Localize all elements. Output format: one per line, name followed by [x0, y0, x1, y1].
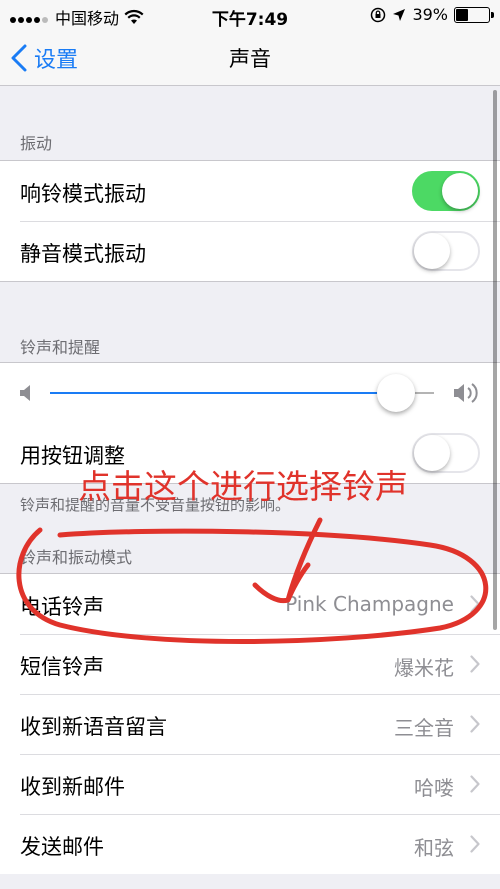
row-label: 短信铃声 [20, 655, 104, 679]
volume-slider[interactable] [50, 374, 434, 412]
row-label: 收到新语音留言 [20, 715, 167, 739]
toggle-knob [414, 233, 450, 269]
toggle-knob [442, 173, 478, 209]
row-value: 哈喽 [414, 776, 454, 800]
row-value: 和弦 [414, 836, 454, 860]
navigation-bar: 设置 声音 [0, 30, 500, 86]
patterns-group: 电话铃声 Pink Champagne 短信铃声 爆米花 收到新语音留言 三全音… [0, 573, 500, 874]
row-ringtone[interactable]: 电话铃声 Pink Champagne [0, 574, 500, 635]
row-new-voicemail[interactable]: 收到新语音留言 三全音 [0, 694, 500, 755]
battery-percent: 39% [412, 5, 448, 24]
chevron-right-icon [470, 775, 480, 793]
vibrate-group: 响铃模式振动 静音模式振动 [0, 160, 500, 282]
change-with-buttons-toggle[interactable] [412, 433, 480, 473]
row-silent-vibrate: 静音模式振动 [0, 221, 500, 281]
volume-low-icon [20, 385, 30, 401]
section-header-ringer: 铃声和提醒 [20, 338, 101, 357]
row-value: 三全音 [394, 716, 454, 740]
rotation-lock-icon [371, 7, 386, 22]
chevron-right-icon [470, 595, 480, 613]
page-title: 声音 [229, 47, 271, 71]
volume-slider-row [0, 363, 500, 423]
row-label: 电话铃声 [20, 595, 104, 619]
chevron-right-icon [470, 835, 480, 853]
row-label: 收到新邮件 [20, 775, 125, 799]
row-ring-vibrate: 响铃模式振动 [0, 161, 500, 222]
row-new-mail[interactable]: 收到新邮件 哈喽 [0, 754, 500, 815]
section-header-patterns: 铃声和振动模式 [20, 548, 133, 567]
section-header-vibrate: 振动 [20, 134, 53, 153]
row-label: 发送邮件 [20, 835, 104, 859]
ring-vibrate-toggle[interactable] [412, 171, 480, 211]
row-sent-mail[interactable]: 发送邮件 和弦 [0, 814, 500, 874]
silent-vibrate-toggle[interactable] [412, 231, 480, 271]
chevron-right-icon [470, 655, 480, 673]
location-icon [393, 8, 406, 21]
annotation-text: 点击这个进行选择铃声 [78, 467, 408, 506]
row-value: Pink Champagne [285, 592, 454, 616]
toggle-knob [414, 435, 450, 471]
slider-thumb[interactable] [376, 374, 415, 412]
chevron-right-icon [470, 715, 480, 733]
status-right: 39% [370, 5, 494, 24]
status-bar: 中国移动 下午7:49 39% [0, 0, 500, 30]
row-text-tone[interactable]: 短信铃声 爆米花 [0, 634, 500, 695]
row-label: 静音模式振动 [20, 242, 146, 266]
battery-icon [454, 6, 494, 23]
row-value: 爆米花 [394, 656, 454, 680]
row-label: 响铃模式振动 [20, 182, 146, 206]
scrollbar[interactable] [493, 90, 497, 630]
volume-high-icon [454, 383, 478, 403]
